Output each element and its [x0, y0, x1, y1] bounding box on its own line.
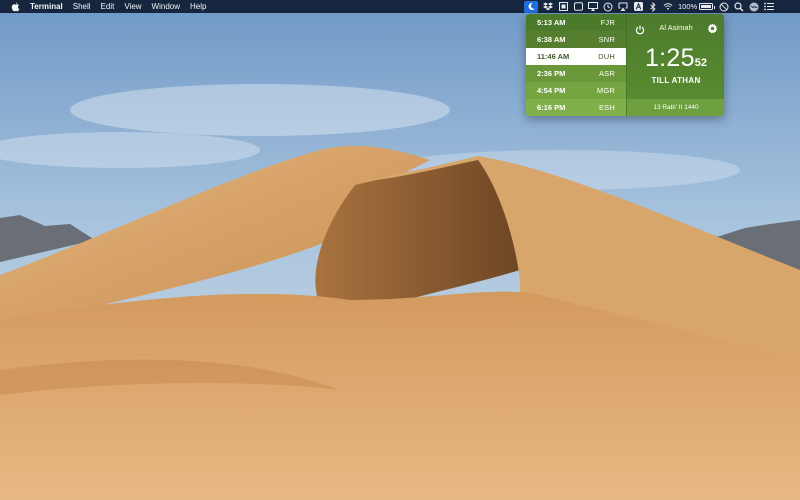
spotlight-icon[interactable]: [734, 1, 744, 12]
do-not-disturb-icon[interactable]: [719, 2, 729, 12]
countdown-panel: Al Asimah 1:2552 TILL ATHAN 13 Rabi' II …: [626, 14, 724, 116]
prayer-row-fajr[interactable]: 5:13 AM FJR: [526, 14, 626, 31]
prayer-time: 5:13 AM: [537, 18, 566, 27]
notification-center-icon[interactable]: [764, 2, 775, 12]
countdown-hours-minutes: 1:25: [644, 44, 695, 72]
dropbox-icon[interactable]: [543, 2, 553, 12]
battery-percentage[interactable]: 100%: [678, 0, 697, 13]
menu-item-edit[interactable]: Edit: [101, 0, 115, 13]
menu-item-view[interactable]: View: [124, 0, 141, 13]
prayer-row-dhuhr[interactable]: 11:46 AM DUH: [526, 48, 626, 65]
prayer-name: SNR: [598, 35, 615, 44]
prayer-time: 11:46 AM: [537, 52, 570, 61]
hijri-date: 13 Rabi' II 1440: [627, 99, 724, 116]
prayer-name: ESH: [598, 103, 615, 112]
prayer-row-sunrise[interactable]: 6:38 AM SNR: [526, 31, 626, 48]
gear-icon[interactable]: [707, 21, 718, 34]
prayer-times-list: 5:13 AM FJR 6:38 AM SNR 11:46 AM DUH 2:3…: [526, 14, 626, 116]
countdown-timer: 1:2552: [627, 44, 724, 73]
prayer-name: ASR: [598, 69, 615, 78]
bluetooth-icon[interactable]: [648, 1, 658, 12]
prayer-time: 6:16 PM: [537, 103, 566, 112]
apple-icon[interactable]: [11, 2, 21, 12]
moon-icon[interactable]: [524, 0, 538, 13]
menu-item-window[interactable]: Window: [152, 0, 180, 13]
airplay-icon[interactable]: [588, 2, 598, 12]
status-area: 100%: [524, 0, 779, 13]
prayer-time: 2:36 PM: [537, 69, 566, 78]
menu-item-help[interactable]: Help: [190, 0, 206, 13]
menu-bar: Terminal Shell Edit View Window Help 100…: [0, 0, 800, 13]
battery-icon[interactable]: [699, 3, 716, 10]
rectangle-icon[interactable]: [573, 2, 583, 12]
calendar-icon[interactable]: [558, 2, 568, 12]
prayer-name: MGR: [596, 86, 615, 95]
prayer-name: FJR: [600, 18, 615, 27]
prayer-row-maghrib[interactable]: 4:54 PM MGR: [526, 82, 626, 99]
menu-item-terminal[interactable]: Terminal: [30, 0, 63, 13]
menu-item-shell[interactable]: Shell: [73, 0, 91, 13]
prayer-name: DUH: [598, 52, 615, 61]
prayer-time: 6:38 AM: [537, 35, 566, 44]
prayer-time: 4:54 PM: [537, 86, 566, 95]
prayer-times-popover: 5:13 AM FJR 6:38 AM SNR 11:46 AM DUH 2:3…: [526, 14, 724, 116]
countdown-seconds: 52: [694, 57, 708, 69]
till-athan-label: TILL ATHAN: [651, 76, 701, 85]
prayer-row-isha[interactable]: 6:16 PM ESH: [526, 99, 626, 116]
wifi-icon[interactable]: [663, 2, 673, 12]
airplay-display-icon[interactable]: [618, 2, 628, 12]
time-machine-icon[interactable]: [603, 2, 613, 12]
siri-icon[interactable]: [749, 2, 759, 12]
input-a-icon[interactable]: [633, 2, 643, 12]
prayer-row-asr[interactable]: 2:36 PM ASR: [526, 65, 626, 82]
